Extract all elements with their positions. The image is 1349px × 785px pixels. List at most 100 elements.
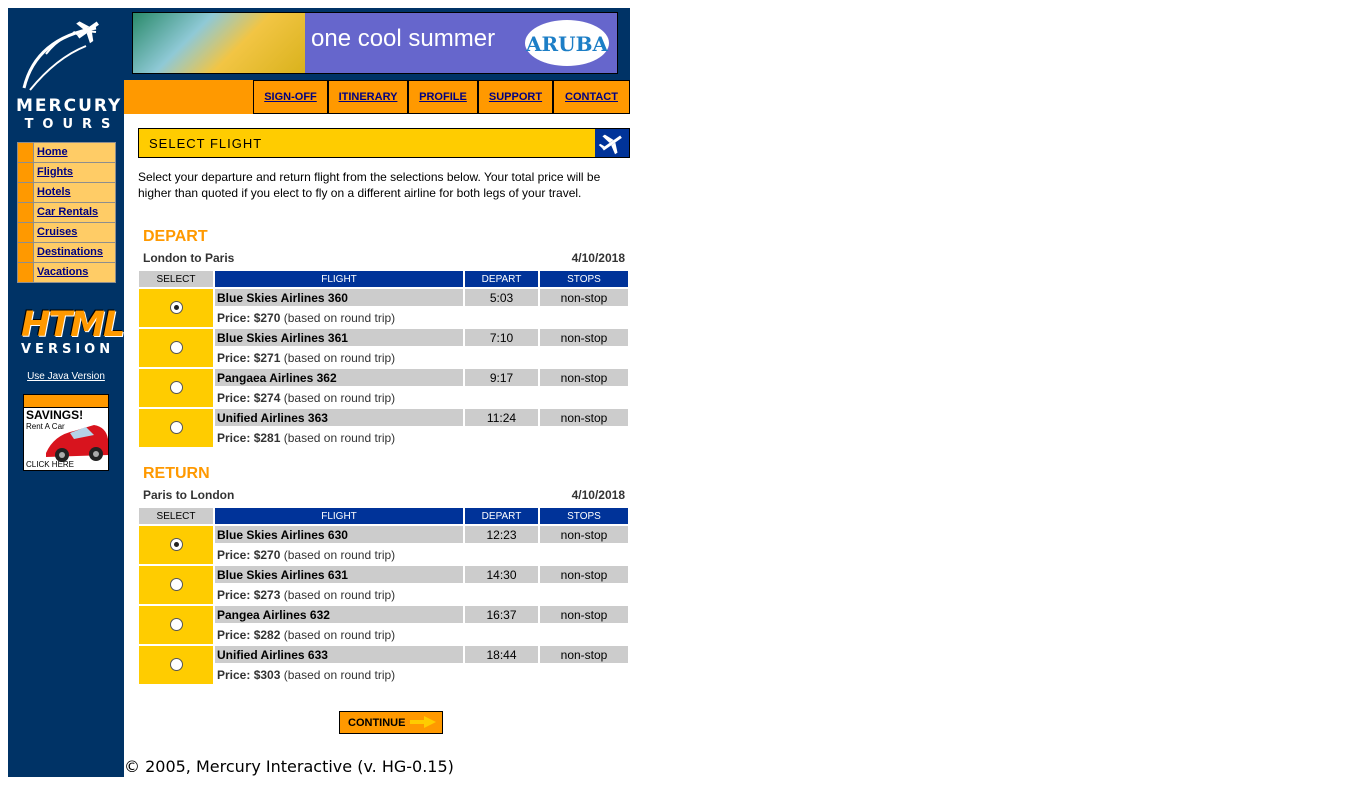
page-title-bar: SELECT FLIGHT xyxy=(138,128,630,158)
sidebar-link-cruises[interactable]: Cruises xyxy=(34,223,77,242)
continue-label: CONTINUE xyxy=(348,717,406,729)
sidebar-link-home[interactable]: Home xyxy=(34,143,68,162)
aruba-logo: ARUBA xyxy=(525,20,609,66)
bullet-square xyxy=(18,143,34,162)
sidebar-link-destinations[interactable]: Destinations xyxy=(34,243,103,262)
col-header-select: SELECT xyxy=(139,508,213,524)
price-label: Price: xyxy=(217,667,251,682)
flight-price: Price: $303 (based on round trip) xyxy=(215,665,628,684)
return-radio-1[interactable] xyxy=(169,578,183,592)
flight-name: Blue Skies Airlines 360 xyxy=(215,289,463,306)
itinerary-link[interactable]: ITINERARY xyxy=(328,80,408,114)
flight-price: Price: $271 (based on round trip) xyxy=(215,348,628,367)
bullet-square xyxy=(18,163,34,182)
sidebar-link-flights[interactable]: Flights xyxy=(34,163,73,182)
depart-radio-2[interactable] xyxy=(169,381,183,395)
price-label: Price: xyxy=(217,547,251,562)
flight-price: Price: $274 (based on round trip) xyxy=(215,388,628,407)
flight-depart-time: 7:10 xyxy=(465,329,538,346)
return-heading: RETURN xyxy=(143,465,210,482)
flight-name: Unified Airlines 363 xyxy=(215,409,463,426)
bullet-square xyxy=(18,243,34,262)
depart-radio-0[interactable] xyxy=(169,301,183,315)
sidebar-item-hotels[interactable]: Hotels xyxy=(18,183,115,203)
depart-radio-3[interactable] xyxy=(169,421,183,435)
price-note: (based on round trip) xyxy=(283,627,396,642)
logo-mercury-text: MERCURY xyxy=(16,96,123,116)
flight-depart-time: 16:37 xyxy=(465,606,538,623)
sidebar-item-car-rentals[interactable]: Car Rentals xyxy=(18,203,115,223)
price-label: Price: xyxy=(217,350,251,365)
price-note: (based on round trip) xyxy=(283,547,396,562)
banner-tagline: one cool summer xyxy=(311,25,496,52)
rent-a-car-ad[interactable]: SAVINGS! Rent A Car CLICK HERE xyxy=(23,394,109,471)
sign-off-link[interactable]: SIGN-OFF xyxy=(253,80,328,114)
col-header-flight: FLIGHT xyxy=(215,271,463,287)
copyright-footer: © 2005, Mercury Interactive (v. HG-0.15) xyxy=(124,757,454,776)
mercury-tours-logo[interactable]: MERCURY TOURS xyxy=(16,18,123,132)
flight-depart-time: 14:30 xyxy=(465,566,538,583)
sidebar-item-home[interactable]: Home xyxy=(18,143,115,163)
flight-depart-time: 18:44 xyxy=(465,646,538,663)
banner-photo xyxy=(133,13,305,73)
left-sidebar: MERCURY TOURS Home Flights Hotels Car Re… xyxy=(8,8,125,777)
flight-name: Pangaea Airlines 362 xyxy=(215,369,463,386)
contact-link[interactable]: CONTACT xyxy=(553,80,630,114)
flight-price: Price: $270 (based on round trip) xyxy=(215,308,628,327)
continue-button[interactable]: CONTINUE xyxy=(339,711,443,734)
flight-price: Price: $281 (based on round trip) xyxy=(215,428,628,447)
sidebar-link-hotels[interactable]: Hotels xyxy=(34,183,71,202)
flight-price: Price: $273 (based on round trip) xyxy=(215,585,628,604)
price-value: $271 xyxy=(253,350,281,365)
return-radio-0[interactable] xyxy=(169,538,183,552)
bullet-square xyxy=(18,183,34,202)
airplane-icon xyxy=(595,129,629,157)
select-cell xyxy=(139,646,213,684)
sidebar-item-flights[interactable]: Flights xyxy=(18,163,115,183)
depart-radio-1[interactable] xyxy=(169,341,183,355)
price-value: $303 xyxy=(253,667,281,682)
html-version-badge: HTML VERSION xyxy=(21,305,125,357)
sidebar-link-vacations[interactable]: Vacations xyxy=(34,263,88,282)
aruba-ad-banner[interactable]: one cool summer ARUBA xyxy=(132,12,618,74)
top-banner: one cool summer ARUBA xyxy=(124,8,630,80)
price-label: Price: xyxy=(217,430,251,445)
flight-name: Blue Skies Airlines 361 xyxy=(215,329,463,346)
sidebar-link-car-rentals[interactable]: Car Rentals xyxy=(34,203,98,222)
col-header-stops: STOPS xyxy=(540,271,628,287)
col-header-stops: STOPS xyxy=(540,508,628,524)
return-date: 4/10/2018 xyxy=(571,488,625,502)
price-label: Price: xyxy=(217,310,251,325)
sidebar-item-cruises[interactable]: Cruises xyxy=(18,223,115,243)
depart-flights-table: SELECT FLIGHT DEPART STOPS Blue Skies Ai… xyxy=(137,269,630,449)
flight-depart-time: 11:24 xyxy=(465,409,538,426)
flight-stops: non-stop xyxy=(540,646,628,663)
flight-stops: non-stop xyxy=(540,289,628,306)
price-value: $273 xyxy=(253,587,281,602)
price-value: $270 xyxy=(253,547,281,562)
return-radio-3[interactable] xyxy=(169,658,183,672)
price-value: $274 xyxy=(253,390,281,405)
select-cell xyxy=(139,369,213,407)
sidebar-nav: Home Flights Hotels Car Rentals Cruises … xyxy=(17,142,116,283)
sidebar-item-vacations[interactable]: Vacations xyxy=(18,263,115,282)
profile-link[interactable]: PROFILE xyxy=(408,80,478,114)
use-java-version-link[interactable]: Use Java Version xyxy=(8,371,124,382)
price-note: (based on round trip) xyxy=(283,350,396,365)
sidebar-item-destinations[interactable]: Destinations xyxy=(18,243,115,263)
flight-name: Unified Airlines 633 xyxy=(215,646,463,663)
price-value: $281 xyxy=(253,430,281,445)
price-label: Price: xyxy=(217,627,251,642)
return-radio-2[interactable] xyxy=(169,618,183,632)
flight-name: Blue Skies Airlines 630 xyxy=(215,526,463,543)
col-header-select: SELECT xyxy=(139,271,213,287)
col-header-flight: FLIGHT xyxy=(215,508,463,524)
col-header-depart: DEPART xyxy=(465,508,538,524)
price-label: Price: xyxy=(217,587,251,602)
flight-depart-time: 5:03 xyxy=(465,289,538,306)
flight-stops: non-stop xyxy=(540,606,628,623)
price-note: (based on round trip) xyxy=(283,587,396,602)
html-version-title: HTML xyxy=(21,305,125,345)
red-car-icon xyxy=(46,425,108,462)
support-link[interactable]: SUPPORT xyxy=(478,80,553,114)
